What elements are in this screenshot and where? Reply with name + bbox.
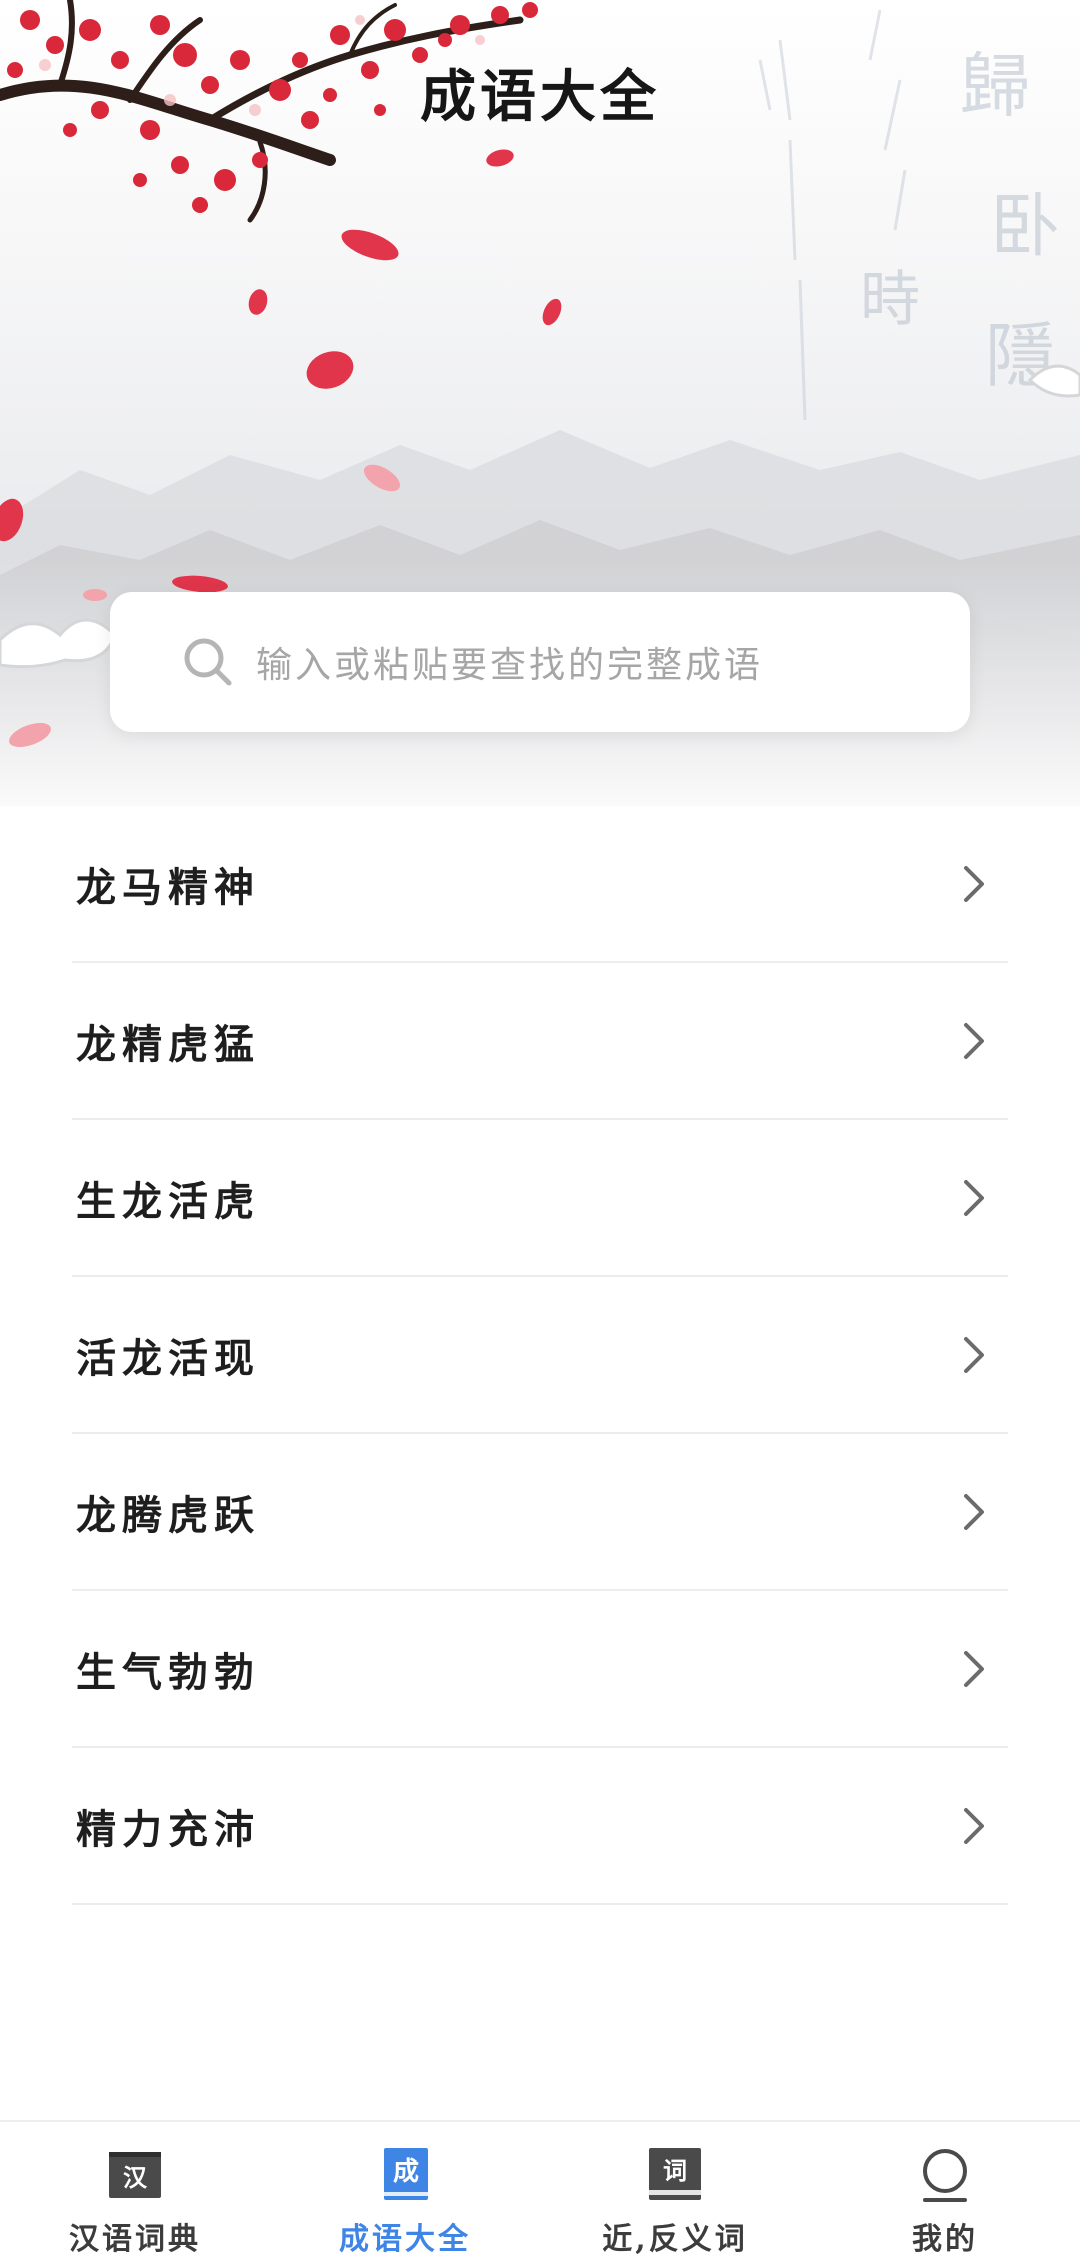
- svg-text:汉: 汉: [123, 2164, 148, 2192]
- nav-label: 我的: [912, 2222, 978, 2257]
- svg-text:词: 词: [663, 2157, 687, 2185]
- list-item[interactable]: 龙精虎猛: [72, 963, 1008, 1120]
- nav-tab-idioms[interactable]: 成 成语大全: [270, 2122, 540, 2257]
- nav-label: 汉语词典: [69, 2222, 201, 2257]
- list-item[interactable]: 活龙活现: [72, 1277, 1008, 1434]
- list-item[interactable]: 生气勃勃: [72, 1591, 1008, 1748]
- chevron-right-icon: [954, 1649, 994, 1689]
- page-title: 成语大全: [420, 64, 660, 130]
- search-icon: [180, 634, 236, 690]
- dictionary-icon: 汉: [106, 2146, 164, 2204]
- idiom-book-icon: 成: [376, 2146, 434, 2204]
- chevron-right-icon: [954, 1178, 994, 1218]
- bottom-navigation: 汉 汉语词典 成 成语大全 词 近,反义词 我的: [0, 2120, 1080, 2257]
- list-item[interactable]: 精力充沛: [72, 1748, 1008, 1905]
- list-item[interactable]: 龙马精神: [72, 806, 1008, 963]
- chevron-right-icon: [954, 1492, 994, 1532]
- nav-tab-dictionary[interactable]: 汉 汉语词典: [0, 2122, 270, 2257]
- idiom-label: 活龙活现: [76, 1334, 260, 1382]
- list-item[interactable]: 龙腾虎跃: [72, 1434, 1008, 1591]
- chevron-right-icon: [954, 1021, 994, 1061]
- chevron-right-icon: [954, 864, 994, 904]
- svg-text:時: 時: [860, 265, 920, 335]
- idiom-label: 龙精虎猛: [76, 1020, 260, 1068]
- idiom-label: 龙腾虎跃: [76, 1491, 260, 1539]
- list-item[interactable]: 生龙活虎: [72, 1120, 1008, 1277]
- nav-label: 近,反义词: [602, 2222, 748, 2257]
- chevron-right-icon: [954, 1335, 994, 1375]
- chevron-right-icon: [954, 1806, 994, 1846]
- synonym-book-icon: 词: [646, 2146, 704, 2204]
- search-bar[interactable]: 输入或粘贴要查找的完整成语: [110, 592, 970, 732]
- idiom-list: 龙马精神 龙精虎猛 生龙活虎 活龙活现 龙腾虎跃 生气勃勃 精力充沛: [72, 806, 1008, 1905]
- idiom-label: 精力充沛: [76, 1805, 260, 1853]
- nav-label: 成语大全: [339, 2222, 471, 2257]
- hero-banner: 歸 卧 隱 時 成语大全 输入或粘贴要查找的完整成语: [0, 0, 1080, 806]
- idiom-label: 生气勃勃: [76, 1648, 260, 1696]
- idiom-label: 龙马精神: [76, 863, 260, 911]
- svg-text:成: 成: [393, 2157, 419, 2187]
- nav-tab-synonyms[interactable]: 词 近,反义词: [540, 2122, 810, 2257]
- svg-text:卧: 卧: [990, 185, 1060, 267]
- idiom-label: 生龙活虎: [76, 1177, 260, 1225]
- profile-icon: [916, 2146, 974, 2204]
- nav-tab-profile[interactable]: 我的: [810, 2122, 1080, 2257]
- search-input[interactable]: 输入或粘贴要查找的完整成语: [256, 636, 763, 688]
